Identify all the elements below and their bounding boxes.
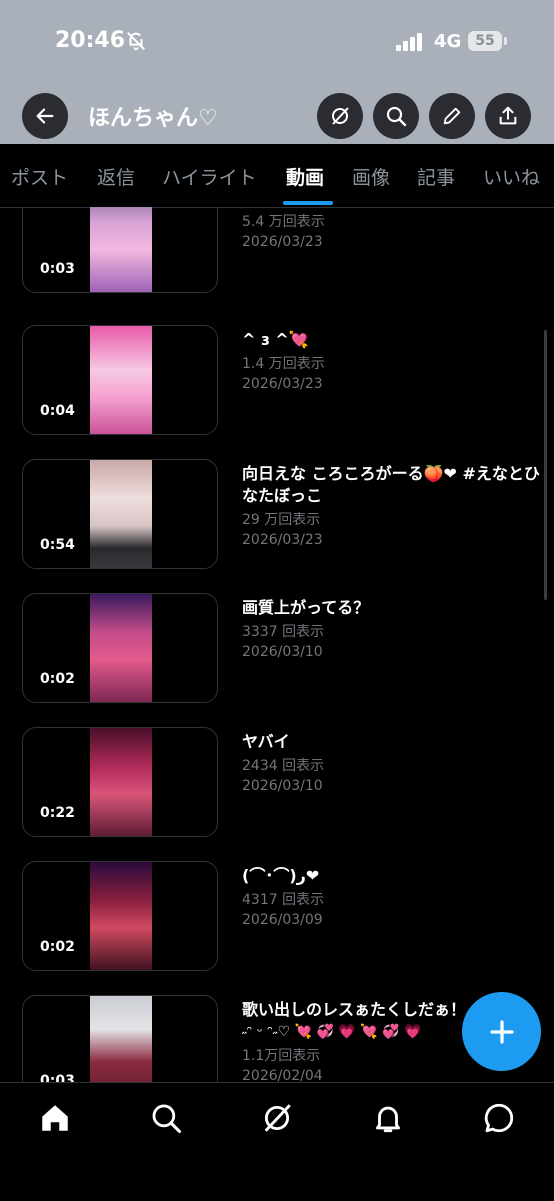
search-icon[interactable] (149, 1101, 183, 1135)
video-duration: 0:03 (40, 1073, 75, 1082)
video-title: 画質上がってる？ (242, 598, 370, 617)
video-thumbnail (90, 996, 152, 1082)
video-views: 2434 回表示 (242, 758, 325, 774)
video-thumbnail (90, 207, 152, 292)
battery-icon: 55 (468, 31, 502, 51)
video-date: 2026/03/09 (242, 912, 323, 928)
video-thumbnail (90, 594, 152, 702)
back-arrow-icon (36, 108, 54, 124)
video-views: 1.4 万回表示 (242, 356, 325, 372)
messages-icon[interactable] (482, 1101, 516, 1135)
video-title: 歌い出しのレスぁたくしだぁ！ (242, 1000, 467, 1019)
grok-icon[interactable] (260, 1101, 294, 1135)
search-button[interactable] (373, 93, 419, 139)
video-date: 2026/03/23 (242, 234, 323, 250)
video-title: ^ ɜ ^💘 (242, 330, 309, 349)
tab-replies[interactable]: 返信 (97, 163, 135, 190)
video-duration: 0:02 (40, 939, 75, 955)
video-title: 向日えな ころころがーる🍑❤ #えなとひなたぼっこ (242, 464, 540, 505)
video-item[interactable]: 0:22 ヤバイ 2434 回表示 2026/03/10 (0, 727, 554, 861)
compose-button[interactable] (462, 992, 541, 1071)
video-thumbnail (90, 862, 152, 970)
pencil-icon (443, 107, 461, 125)
active-tab-indicator (283, 201, 333, 205)
grok-icon (332, 107, 349, 125)
video-thumbnail (90, 460, 152, 568)
video-thumbnail-card[interactable]: 0:03 (22, 995, 218, 1082)
tab-videos[interactable]: 動画 (286, 163, 324, 190)
back-button[interactable] (22, 93, 68, 139)
video-date: 2026/03/23 (242, 532, 323, 548)
page-title: ほんちゃん♡ (88, 106, 218, 131)
video-thumbnail-card[interactable]: 0:04 (22, 325, 218, 435)
video-item[interactable]: 0:02 (⌒･⌒)ر❤ 4317 回表示 2026/03/09 (0, 861, 554, 995)
video-views: 5.4 万回表示 (242, 214, 325, 230)
video-title: (⌒･⌒)ر❤ (242, 866, 320, 885)
status-bar: 20:46 4G 55 (0, 0, 554, 88)
network-type: 4G (434, 31, 462, 52)
status-time: 20:46 (55, 28, 126, 53)
battery-tip (504, 37, 507, 45)
video-thumbnail-card[interactable]: 0:02 (22, 861, 218, 971)
plus-icon (489, 1019, 514, 1044)
tab-articles[interactable]: 記事 (417, 163, 455, 190)
bell-icon[interactable] (371, 1101, 405, 1135)
tab-posts[interactable]: ポスト (11, 163, 68, 190)
grok-button[interactable] (317, 93, 363, 139)
video-thumbnail-card[interactable]: 0:02 (22, 593, 218, 703)
video-date: 2026/03/10 (242, 778, 323, 794)
video-date: 2026/02/04 (242, 1068, 323, 1082)
video-views: 3337 回表示 (242, 624, 325, 640)
video-duration: 0:54 (40, 537, 75, 553)
tab-likes[interactable]: いいね (483, 163, 540, 190)
search-icon (386, 106, 407, 127)
video-duration: 0:02 (40, 671, 75, 687)
bottom-nav (0, 1082, 554, 1201)
profile-header: ほんちゃん♡ (0, 88, 554, 144)
bell-off-icon (127, 32, 145, 51)
video-duration: 0:03 (40, 261, 75, 277)
share-icon (499, 106, 517, 125)
video-thumbnail-card[interactable]: 0:03 (22, 207, 218, 293)
profile-tabs: ポスト 返信 ハイライト 動画 画像 記事 いいね (0, 144, 554, 208)
tab-images[interactable]: 画像 (352, 163, 390, 190)
video-item[interactable]: 0:54 向日えな ころころがーる🍑❤ #えなとひなたぼっこ 29 万回表示 2… (0, 459, 554, 593)
home-icon[interactable] (38, 1101, 72, 1135)
video-thumbnail (90, 728, 152, 836)
signal-icon (396, 33, 426, 51)
video-views: 1.1万回表示 (242, 1048, 321, 1064)
video-views: 29 万回表示 (242, 512, 321, 528)
video-duration: 0:22 (40, 805, 75, 821)
edit-button[interactable] (429, 93, 475, 139)
video-title-line2: ˶ᵔ ᵕ ᵔ˶♡ 💘 💞 💗 💘 💞 💗 (242, 1024, 422, 1040)
video-date: 2026/03/23 (242, 376, 323, 392)
scrollbar[interactable] (544, 330, 547, 600)
video-title: ヤバイ (242, 732, 290, 751)
share-button[interactable] (485, 93, 531, 139)
video-duration: 0:04 (40, 403, 75, 419)
video-thumbnail-card[interactable]: 0:22 (22, 727, 218, 837)
video-thumbnail-card[interactable]: 0:54 (22, 459, 218, 569)
video-item[interactable]: 0:04 ^ ɜ ^💘 1.4 万回表示 2026/03/23 (0, 325, 554, 459)
video-views: 4317 回表示 (242, 892, 325, 908)
video-item[interactable]: 0:02 画質上がってる？ 3337 回表示 2026/03/10 (0, 593, 554, 727)
tab-highlights[interactable]: ハイライト (162, 163, 257, 190)
video-item[interactable]: 0:03 5.4 万回表示 2026/03/23 (0, 207, 554, 317)
video-date: 2026/03/10 (242, 644, 323, 660)
video-thumbnail (90, 326, 152, 434)
video-feed[interactable]: 0:03 5.4 万回表示 2026/03/23 0:04 ^ ɜ ^💘 1.4… (0, 207, 554, 1082)
